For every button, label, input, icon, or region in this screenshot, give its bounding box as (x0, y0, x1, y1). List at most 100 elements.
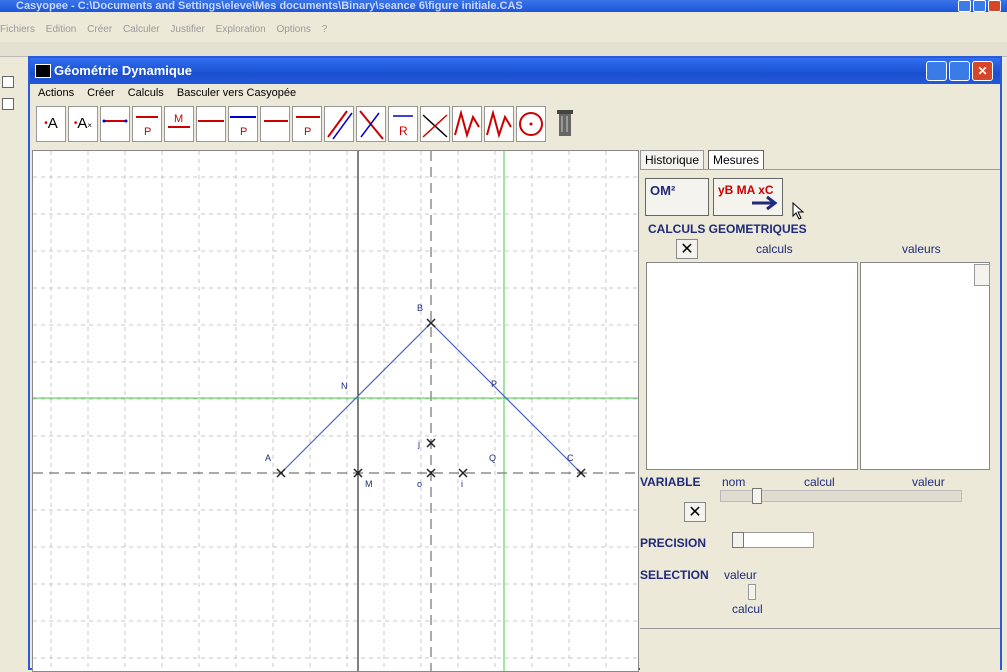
menu-actions[interactable]: Actions (38, 87, 74, 99)
point-tool[interactable]: •A (36, 106, 66, 142)
outer-title-bar: Casyopee - C:\Documents and Settings\ele… (0, 0, 1007, 12)
svg-text:M: M (174, 113, 183, 125)
labeled-point-tool-label: A (77, 115, 88, 132)
coordinate-measure-button[interactable]: yB MA xC (713, 178, 783, 216)
label-p: P (491, 379, 497, 389)
menu-calculs[interactable]: Calculs (128, 87, 164, 99)
perpendicular-tool[interactable] (356, 106, 386, 142)
segment-point-tool[interactable]: P (132, 106, 162, 142)
svg-text:P: P (144, 126, 151, 138)
outer-maximize-button[interactable] (973, 0, 986, 12)
outer-menu-options[interactable]: Options (276, 24, 310, 35)
grid (33, 151, 638, 671)
ray-tool[interactable] (260, 106, 290, 142)
line-tool[interactable] (196, 106, 226, 142)
outer-checkbox-2[interactable] (2, 98, 14, 110)
reflection-icon: R (393, 115, 413, 138)
clear-variable-button[interactable]: ✕ (684, 502, 706, 522)
parallel-icon (327, 110, 353, 140)
precision-slider-thumb[interactable] (732, 532, 744, 548)
outer-menu-creer[interactable]: Créer (87, 24, 112, 35)
tab-historique[interactable]: Historique (640, 150, 705, 170)
drawing-canvas[interactable]: A B N P M o i j Q C (32, 150, 639, 672)
parallel-tool[interactable] (324, 106, 354, 142)
menu-basculer[interactable]: Basculer vers Casyopée (177, 87, 296, 99)
label-m: M (365, 479, 373, 489)
reflection-tool[interactable]: R (388, 106, 418, 142)
label-n: N (341, 381, 348, 391)
curve-icon (454, 109, 480, 139)
outer-menu-exploration[interactable]: Exploration (216, 24, 266, 35)
panel-bottom-divider (640, 628, 1000, 629)
arrow-right-icon (752, 195, 778, 211)
midpoint-icon: M (168, 113, 190, 128)
valeurs-list[interactable] (860, 262, 990, 470)
mouse-cursor-icon (792, 202, 805, 220)
circle-tool[interactable] (516, 106, 546, 142)
minimize-button[interactable] (926, 61, 947, 81)
tab-divider (640, 169, 1000, 170)
window-title: Géométrie Dynamique (54, 63, 192, 78)
perpendicular-icon (359, 110, 384, 140)
geometry-window: Géométrie Dynamique ✕ Actions Créer Calc… (28, 56, 1002, 672)
measures-panel: Historique Mesures OM² yB MA xC CALCULS … (640, 150, 1000, 672)
outer-menu-justifier[interactable]: Justifier (170, 24, 204, 35)
selection-label: SELECTION (640, 568, 709, 582)
outer-close-button[interactable] (988, 0, 1001, 12)
svg-text:P: P (240, 126, 247, 138)
variable-slider-thumb[interactable] (752, 488, 762, 504)
distance-measure-button[interactable]: OM² (645, 178, 709, 216)
variable-nom-label: nom (722, 475, 746, 489)
variable-valeur-label: valeur (912, 475, 945, 489)
maximize-button[interactable] (949, 61, 970, 81)
line-point-icon: P (230, 116, 256, 138)
window-title-bar: Géométrie Dynamique ✕ (30, 58, 1000, 84)
outer-title: Casyopee - C:\Documents and Settings\ele… (16, 0, 523, 12)
outer-menu-help[interactable]: ? (322, 24, 328, 35)
outer-menu-fichiers[interactable]: Fichiers (0, 24, 35, 35)
point-labels: A B N P M o i j Q C (265, 303, 574, 489)
outer-minimize-button[interactable] (958, 0, 971, 12)
line-icon (198, 120, 224, 122)
app-icon (35, 64, 51, 78)
valeurs-scrollbar[interactable] (974, 264, 990, 286)
label-j: j (417, 439, 420, 449)
line-point-tool[interactable]: P (228, 106, 258, 142)
circle-icon (519, 112, 543, 136)
label-o: o (417, 479, 422, 489)
figure-svg: A B N P M o i j Q C (33, 151, 638, 671)
outer-toolbar (0, 42, 1007, 57)
outer-menu-edition[interactable]: Edition (46, 24, 77, 35)
curve-point-tool[interactable] (484, 106, 514, 142)
segment-point-icon: P (136, 116, 158, 138)
close-button[interactable]: ✕ (972, 61, 993, 81)
trash-icon (557, 110, 573, 136)
label-c: C (567, 453, 574, 463)
trash-tool[interactable] (550, 106, 580, 142)
intersection-icon (422, 114, 448, 138)
intersection-tool[interactable] (420, 106, 450, 142)
calculs-list[interactable] (646, 262, 858, 470)
menu-creer[interactable]: Créer (87, 87, 115, 99)
calculs-geometriques-title: CALCULS GEOMETRIQUES (648, 222, 807, 236)
segment-tool[interactable] (100, 106, 130, 142)
tab-mesures[interactable]: Mesures (708, 150, 765, 170)
curve-tool[interactable] (452, 106, 482, 142)
col-calculs-header: calculs (756, 242, 793, 256)
selection-toggle[interactable] (748, 584, 756, 600)
label-b: B (417, 303, 423, 313)
outer-menu-calculer[interactable]: Calculer (123, 24, 160, 35)
segment-icon (102, 119, 128, 123)
svg-text:R: R (399, 124, 408, 138)
selection-valeur-label: valeur (724, 568, 757, 582)
outer-checkbox[interactable] (2, 76, 14, 88)
variable-calcul-label: calcul (804, 475, 835, 489)
ray-point-tool[interactable]: P (292, 106, 322, 142)
curve-point-icon (486, 109, 512, 139)
clear-calculs-button[interactable]: ✕ (676, 239, 698, 259)
labeled-point-tool[interactable]: •A× (68, 106, 98, 142)
label-q: Q (489, 453, 496, 463)
point-tool-label: A (47, 115, 58, 132)
midpoint-tool[interactable]: M (164, 106, 194, 142)
precision-slider[interactable] (732, 532, 814, 548)
